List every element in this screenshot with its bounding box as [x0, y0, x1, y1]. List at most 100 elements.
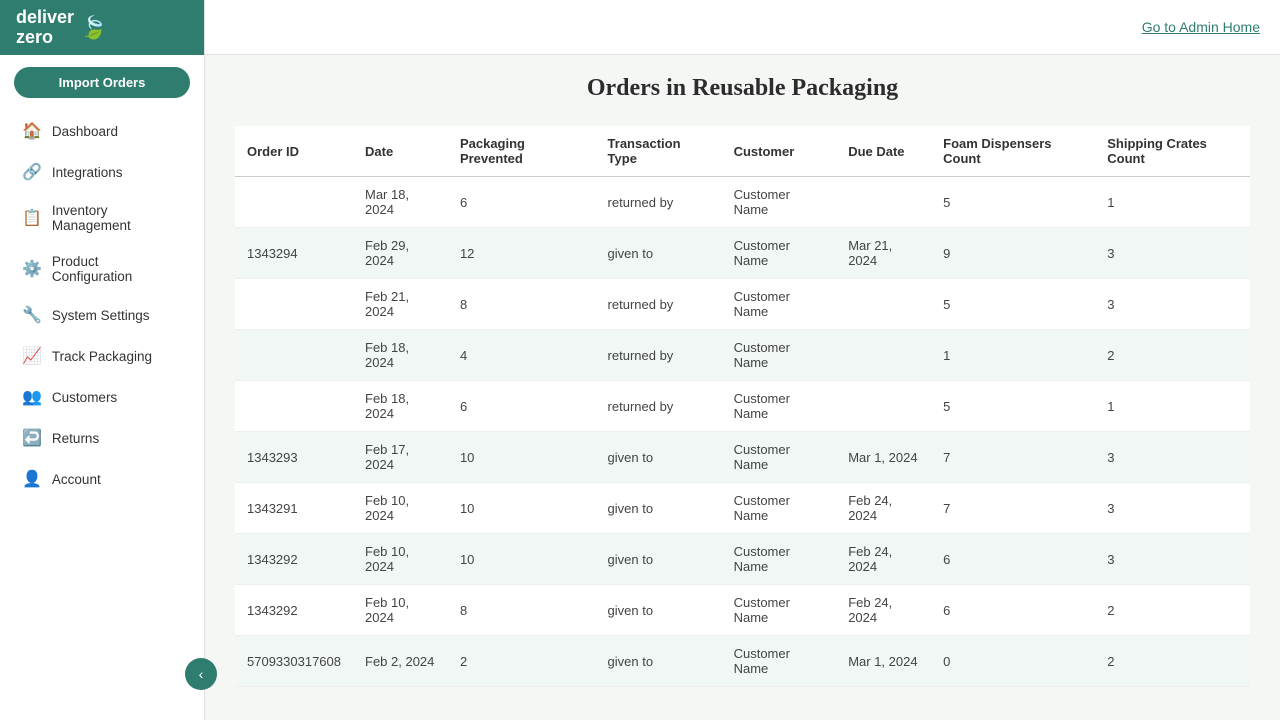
cell-foam-count: 5 [931, 279, 1095, 330]
cell-date: Feb 10, 2024 [353, 585, 448, 636]
cell-transaction-type: returned by [596, 381, 722, 432]
cell-order-id [235, 177, 353, 228]
cell-foam-count: 5 [931, 381, 1095, 432]
sidebar: deliverzero 🍃 Import Orders 🏠 Dashboard … [0, 0, 205, 720]
cell-date: Feb 29, 2024 [353, 228, 448, 279]
import-orders-button[interactable]: Import Orders [14, 67, 190, 98]
cell-due-date: Feb 24, 2024 [836, 534, 931, 585]
sidebar-item-label: Dashboard [52, 124, 118, 139]
cell-transaction-type: given to [596, 432, 722, 483]
cell-foam-count: 5 [931, 177, 1095, 228]
table-row: 5709330317608 Feb 2, 2024 2 given to Cus… [235, 636, 1250, 687]
col-header-packaging-prevented: Packaging Prevented [448, 126, 596, 177]
sidebar-item-integrations[interactable]: 🔗 Integrations [6, 152, 198, 192]
cell-crates-count: 3 [1095, 279, 1250, 330]
home-icon: 🏠 [22, 121, 42, 141]
sidebar-item-returns[interactable]: ↩️ Returns [6, 418, 198, 458]
sidebar-item-label: Product Configuration [52, 254, 182, 284]
cell-customer: Customer Name [722, 432, 837, 483]
cell-crates-count: 3 [1095, 432, 1250, 483]
cell-order-id [235, 279, 353, 330]
table-row: 1343294 Feb 29, 2024 12 given to Custome… [235, 228, 1250, 279]
col-header-due-date: Due Date [836, 126, 931, 177]
cell-crates-count: 3 [1095, 534, 1250, 585]
cell-order-id [235, 330, 353, 381]
cell-crates-count: 1 [1095, 381, 1250, 432]
goto-admin-link[interactable]: Go to Admin Home [1142, 19, 1260, 35]
cell-date: Mar 18, 2024 [353, 177, 448, 228]
table-row: Feb 21, 2024 8 returned by Customer Name… [235, 279, 1250, 330]
cell-packaging-prevented: 12 [448, 228, 596, 279]
sidebar-item-inventory[interactable]: 📋 Inventory Management [6, 193, 198, 243]
cell-transaction-type: returned by [596, 177, 722, 228]
cell-order-id[interactable]: 1343294 [235, 228, 353, 279]
cell-foam-count: 9 [931, 228, 1095, 279]
cell-foam-count: 1 [931, 330, 1095, 381]
page-title: Orders in Reusable Packaging [235, 75, 1250, 102]
cell-packaging-prevented: 6 [448, 381, 596, 432]
cell-customer: Customer Name [722, 330, 837, 381]
cell-packaging-prevented: 8 [448, 585, 596, 636]
sidebar-item-product-config[interactable]: ⚙️ Product Configuration [6, 244, 198, 294]
cell-order-id[interactable]: 5709330317608 [235, 636, 353, 687]
account-icon: 👤 [22, 469, 42, 489]
cell-order-id[interactable]: 1343292 [235, 534, 353, 585]
sidebar-item-label: Inventory Management [52, 203, 182, 233]
sidebar-item-customers[interactable]: 👥 Customers [6, 377, 198, 417]
cell-customer: Customer Name [722, 585, 837, 636]
cell-foam-count: 6 [931, 585, 1095, 636]
cell-foam-count: 0 [931, 636, 1095, 687]
cell-transaction-type: returned by [596, 330, 722, 381]
cell-date: Feb 10, 2024 [353, 534, 448, 585]
table-row: 1343292 Feb 10, 2024 10 given to Custome… [235, 534, 1250, 585]
sidebar-item-system-settings[interactable]: 🔧 System Settings [6, 295, 198, 335]
col-header-crates-count: Shipping Crates Count [1095, 126, 1250, 177]
sidebar-item-account[interactable]: 👤 Account [6, 459, 198, 499]
sidebar-nav: 🏠 Dashboard 🔗 Integrations 📋 Inventory M… [0, 110, 204, 500]
sidebar-item-track-packaging[interactable]: 📈 Track Packaging [6, 336, 198, 376]
logo: deliverzero 🍃 [0, 0, 204, 55]
cell-customer: Customer Name [722, 228, 837, 279]
cell-packaging-prevented: 10 [448, 483, 596, 534]
cell-customer: Customer Name [722, 534, 837, 585]
cell-transaction-type: given to [596, 534, 722, 585]
sidebar-item-dashboard[interactable]: 🏠 Dashboard [6, 111, 198, 151]
cell-order-id[interactable]: 1343291 [235, 483, 353, 534]
cell-packaging-prevented: 4 [448, 330, 596, 381]
cell-foam-count: 7 [931, 483, 1095, 534]
orders-table: Order ID Date Packaging Prevented Transa… [235, 126, 1250, 687]
cell-due-date: Mar 21, 2024 [836, 228, 931, 279]
cell-crates-count: 2 [1095, 636, 1250, 687]
cell-date: Feb 18, 2024 [353, 330, 448, 381]
cell-crates-count: 2 [1095, 585, 1250, 636]
top-bar: Go to Admin Home [205, 0, 1280, 55]
sidebar-item-label: Track Packaging [52, 349, 152, 364]
cell-packaging-prevented: 10 [448, 534, 596, 585]
cell-transaction-type: given to [596, 636, 722, 687]
cell-transaction-type: given to [596, 483, 722, 534]
cell-packaging-prevented: 10 [448, 432, 596, 483]
cell-due-date [836, 177, 931, 228]
inventory-icon: 📋 [22, 208, 42, 228]
cell-due-date: Mar 1, 2024 [836, 432, 931, 483]
cell-crates-count: 2 [1095, 330, 1250, 381]
table-row: Mar 18, 2024 6 returned by Customer Name… [235, 177, 1250, 228]
sidebar-item-label: Customers [52, 390, 117, 405]
col-header-date: Date [353, 126, 448, 177]
sidebar-item-label: Account [52, 472, 101, 487]
cell-order-id[interactable]: 1343293 [235, 432, 353, 483]
cell-transaction-type: returned by [596, 279, 722, 330]
table-row: Feb 18, 2024 6 returned by Customer Name… [235, 381, 1250, 432]
cell-order-id[interactable]: 1343292 [235, 585, 353, 636]
cell-due-date: Feb 24, 2024 [836, 585, 931, 636]
cell-packaging-prevented: 8 [448, 279, 596, 330]
table-row: Feb 18, 2024 4 returned by Customer Name… [235, 330, 1250, 381]
cell-due-date: Feb 24, 2024 [836, 483, 931, 534]
col-header-customer: Customer [722, 126, 837, 177]
cell-due-date: Mar 1, 2024 [836, 636, 931, 687]
sidebar-item-label: Returns [52, 431, 99, 446]
sidebar-collapse-button[interactable]: ‹ [185, 658, 217, 690]
cell-packaging-prevented: 2 [448, 636, 596, 687]
system-settings-icon: 🔧 [22, 305, 42, 325]
cell-customer: Customer Name [722, 279, 837, 330]
